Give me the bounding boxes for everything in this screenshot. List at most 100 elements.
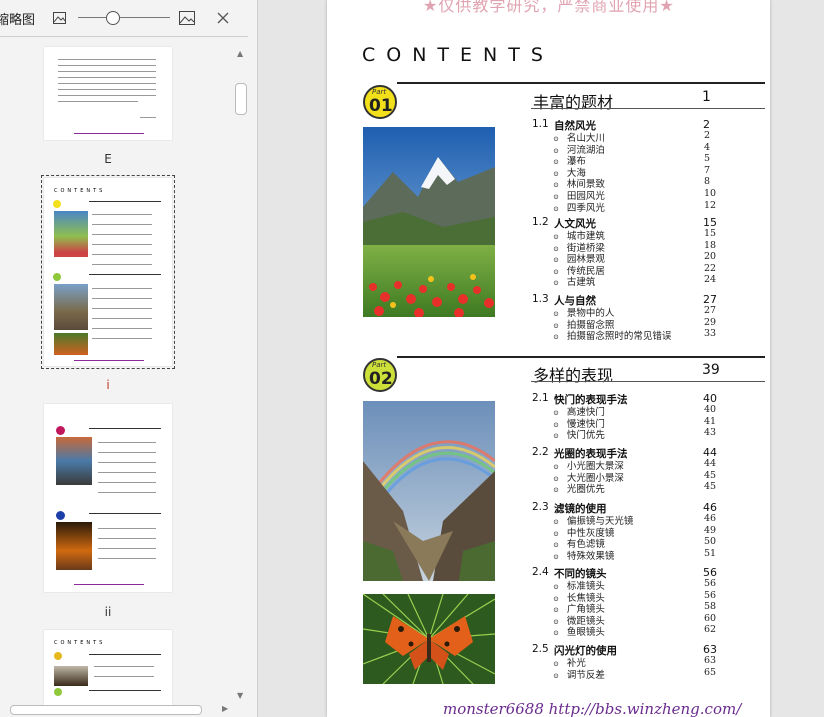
toc-entry-page: 62 <box>704 624 717 636</box>
scroll-right-arrow-icon[interactable]: ▶ <box>222 704 228 713</box>
document-page: ★仅供教学研究，严禁商业使用★ CONTENTS Part 01 丰富的题材 1 <box>327 0 770 717</box>
sidebar-toolbar: 缩略图 <box>0 0 248 37</box>
toc-entry[interactable]: ⊙ 快门优先 <box>553 427 605 441</box>
bullet-circle-icon: ⊙ <box>553 552 559 561</box>
toc-entry-page: 60 <box>704 612 717 624</box>
toc-entry-page: 4 <box>704 141 711 153</box>
thumbnail-list: E CONTENTS i ii CONTENTS <box>0 37 234 705</box>
image-small-icon[interactable] <box>50 9 68 27</box>
toc-entry[interactable]: ⊙ 光圈优先 <box>553 481 605 495</box>
part-02-title: 多样的表现 <box>533 366 614 385</box>
part-02-underline <box>531 381 765 382</box>
toc-entry-page: 24 <box>704 274 717 286</box>
scroll-up-arrow-icon[interactable]: ▲ <box>237 49 243 58</box>
toc-entry-label: 调节反差 <box>566 669 605 681</box>
scroll-down-arrow-icon[interactable]: ▼ <box>237 691 243 700</box>
bullet-circle-icon: ⊙ <box>553 279 559 288</box>
bullet-circle-icon: ⊙ <box>553 629 559 638</box>
vertical-scroll-thumb[interactable] <box>235 83 247 115</box>
horizontal-scroll-thumb[interactable] <box>10 705 202 715</box>
toc-entry-page: 33 <box>704 328 717 340</box>
thumbnail-page-e[interactable] <box>44 47 172 140</box>
part-01-page: 1 <box>702 89 711 105</box>
toc-entry-page: 58 <box>704 601 717 613</box>
toc-entry-page: 22 <box>704 262 717 274</box>
butterfly-photo <box>363 594 495 684</box>
close-icon[interactable] <box>214 9 232 27</box>
zoom-slider-thumb[interactable] <box>106 11 120 25</box>
toc-entry-label: 特殊效果镜 <box>566 550 615 562</box>
section-number: 2.2 <box>532 446 549 458</box>
part-02-rule <box>397 356 765 358</box>
toc-entry-page: 44 <box>704 458 717 469</box>
toc-entry-page: 49 <box>704 524 717 536</box>
mountain-photo <box>363 127 495 317</box>
bullet-circle-icon: ⊙ <box>553 486 559 495</box>
toc-entry-page: 7 <box>704 164 711 176</box>
bullet-circle-icon: ⊙ <box>553 333 559 342</box>
thumbnail-vertical-scrollbar[interactable]: ▲ ▼ <box>234 47 248 705</box>
toc-entry-label: 四季风光 <box>566 202 605 214</box>
toc-entry-label: 快门优先 <box>566 430 605 442</box>
zoom-slider[interactable] <box>78 11 170 25</box>
section-number: 2.4 <box>532 566 549 578</box>
part-01-title: 丰富的题材 <box>533 93 614 112</box>
part-01-underline <box>531 108 765 109</box>
toc-entry-page: 43 <box>704 427 717 439</box>
toc-entry-page: 51 <box>704 547 717 559</box>
part-01-badge: Part 01 <box>363 85 397 119</box>
bullet-circle-icon: ⊙ <box>553 432 559 441</box>
thumbnail-contents-mini: CONTENTS <box>54 188 106 194</box>
toc-entry-page: 45 <box>704 469 717 481</box>
toc-entry-page: 8 <box>704 176 711 188</box>
thumbnail-label-e: E <box>104 152 112 166</box>
footer-watermark: monster6688 http://bbs.winzheng.com/ <box>443 700 742 717</box>
toc-entry-label: 拍摄留念照时的常见错误 <box>566 331 672 343</box>
toc-entry-page: 18 <box>704 239 717 251</box>
section-number: 1.2 <box>532 216 549 228</box>
section-number: 2.5 <box>532 643 549 655</box>
toc-entry-page: 56 <box>704 578 717 589</box>
toc-entry-page: 50 <box>704 536 717 548</box>
bullet-circle-icon: ⊙ <box>553 204 559 213</box>
toc-entry-page: 29 <box>704 316 717 328</box>
part-02-badge: Part 02 <box>363 358 397 392</box>
toc-entry[interactable]: ⊙ 调节反差 <box>553 667 605 681</box>
sidebar-title: 缩略图 <box>0 12 36 28</box>
toc-entry[interactable]: ⊙ 鱼眼镜头 <box>553 624 605 638</box>
toc-entry-page: 27 <box>704 305 717 316</box>
thumbnail-label-i: i <box>106 378 110 392</box>
bullet-circle-icon: ⊙ <box>553 671 559 680</box>
toc-entry-page: 15 <box>704 228 717 239</box>
toc-entry-page: 46 <box>704 513 717 524</box>
toc-entry-page: 40 <box>704 404 717 415</box>
rainbow-valley-photo <box>363 401 495 581</box>
section-number: 1.1 <box>532 118 549 130</box>
thumbnail-label-ii: ii <box>104 605 112 619</box>
toc-entry-page: 45 <box>704 481 717 493</box>
toc-entry-page: 20 <box>704 251 717 263</box>
toc-entry[interactable]: ⊙ 古建筑 <box>553 274 595 288</box>
toc-entry-page: 65 <box>704 666 717 678</box>
top-watermark: ★仅供教学研究，严禁商业使用★ <box>423 0 675 15</box>
toc-entry[interactable]: ⊙ 拍摄留念照时的常见错误 <box>553 328 671 342</box>
section-number: 1.3 <box>532 293 549 305</box>
thumbnail-page-i[interactable]: CONTENTS <box>44 178 172 366</box>
toc-entry-label: 古建筑 <box>566 277 596 289</box>
toc-entry-page: 41 <box>704 415 717 427</box>
toc-entry-page: 63 <box>704 655 717 666</box>
section-number: 2.3 <box>532 501 549 513</box>
toc-entry-page: 56 <box>704 589 717 601</box>
toc-entry-label: 鱼眼镜头 <box>566 627 605 639</box>
part-01-rule <box>397 82 765 84</box>
toc-entry[interactable]: ⊙ 特殊效果镜 <box>553 548 614 562</box>
toc-entry[interactable]: ⊙ 四季风光 <box>553 200 605 214</box>
thumbnail-horizontal-scrollbar[interactable]: ▶ <box>0 704 248 717</box>
toc-entry-page: 5 <box>704 153 711 165</box>
thumbnail-sidebar: 缩略图 E CONTENTS i ii CONTENTS ▲ ▼ ▶ <box>0 0 258 717</box>
toc-entry-page: 10 <box>704 188 717 199</box>
image-large-icon[interactable] <box>178 9 196 27</box>
thumbnail-page-next[interactable]: CONTENTS <box>44 630 172 705</box>
thumbnail-page-ii[interactable] <box>44 404 172 592</box>
thumbnail-contents-mini-2: CONTENTS <box>54 640 106 646</box>
